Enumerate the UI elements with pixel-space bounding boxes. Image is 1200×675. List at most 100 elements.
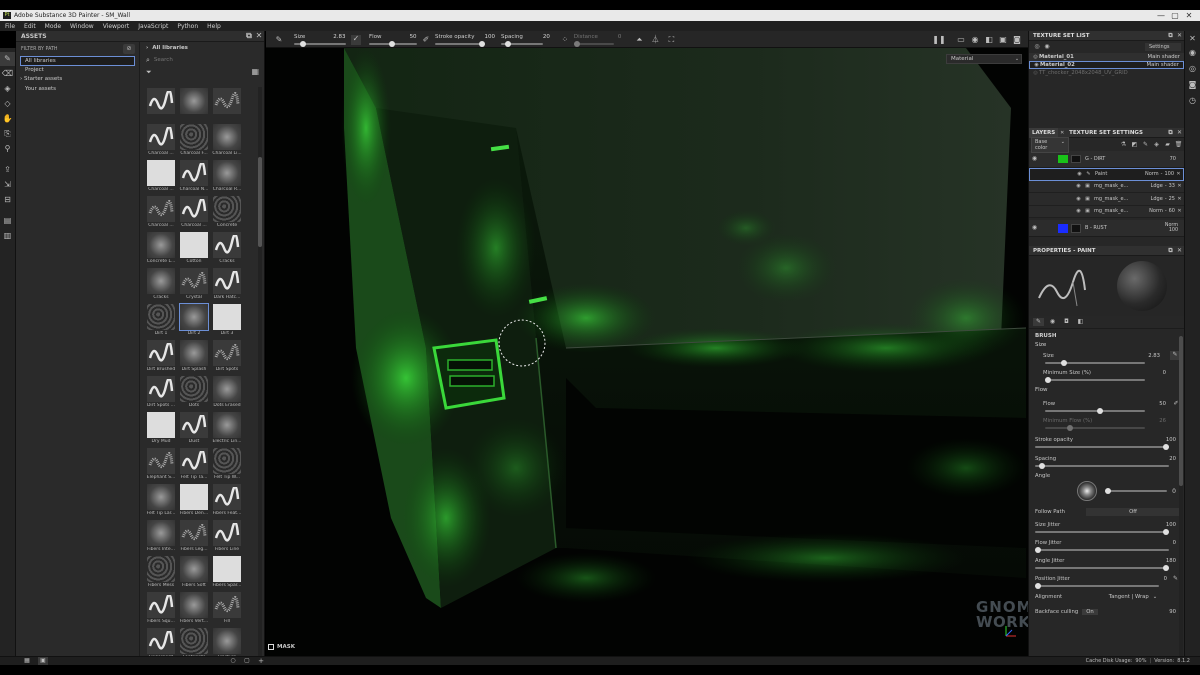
toolbar-flow-slider[interactable] — [369, 41, 417, 47]
brush-thumbnail[interactable]: Felt Tip Ta... — [179, 447, 209, 483]
remove-icon[interactable]: ✕ — [1174, 170, 1183, 178]
remove-icon[interactable]: ✕ — [1175, 207, 1184, 215]
pen-pressure-icon[interactable]: ✐ — [421, 35, 431, 44]
pause-icon[interactable]: ❚❚ — [932, 35, 946, 44]
brush-thumbnail[interactable]: Dots — [179, 375, 209, 411]
size-jitter-slider-knob[interactable] — [1163, 529, 1169, 535]
brush-thumbnail[interactable]: Fibers Den... — [179, 483, 209, 519]
sublayer-row[interactable]: ◉ ✎ Paint Norm -100 ✕ — [1029, 168, 1184, 181]
visibility-eye-icon[interactable]: ◉ — [1075, 170, 1084, 178]
stencil-tab-icon[interactable]: ◧ — [1075, 318, 1086, 326]
float-panel-icon[interactable]: ⧉ — [1166, 247, 1175, 255]
visibility-eye-icon[interactable]: ◉ — [1074, 195, 1083, 203]
menu-javascript[interactable]: JavaScript — [138, 23, 168, 30]
menu-python[interactable]: Python — [177, 23, 198, 30]
brush-thumbnail[interactable]: Dust — [179, 411, 209, 447]
eye-icon[interactable]: ◉ — [1042, 43, 1052, 51]
brush-thumbnail[interactable]: Fibers Feat... — [212, 483, 242, 519]
brush-thumbnail[interactable]: Dirt Brushed — [146, 339, 176, 375]
flow-slider[interactable] — [1045, 408, 1145, 414]
menu-file[interactable]: File — [5, 23, 15, 30]
follow-path-toggle[interactable]: Off — [1086, 507, 1180, 516]
close-panel-icon[interactable]: ✕ — [1175, 129, 1184, 137]
visibility-eye-icon[interactable]: ◉ — [1029, 224, 1040, 232]
brush-thumbnail[interactable]: Cracks — [146, 267, 176, 303]
sublayer-value[interactable]: 100 — [1164, 171, 1174, 177]
mask-checkbox[interactable] — [268, 644, 274, 650]
smudge-icon[interactable]: ✋ — [0, 111, 15, 126]
toolbar-flow-value[interactable]: 50 — [410, 34, 417, 40]
layer-opacity[interactable]: 100 — [1169, 228, 1178, 233]
visibility-icon[interactable]: ◎ — [1032, 43, 1042, 51]
properties-scrollbar[interactable] — [1179, 336, 1183, 656]
sublayer-row[interactable]: ◉ ▣ mg_mask_e... Ldge -33 ✕ — [1029, 180, 1184, 193]
mask-indicator[interactable]: MASK — [268, 642, 295, 652]
brush-thumbnail[interactable]: Fibers Vert... — [179, 591, 209, 627]
toolbar-stroke-slider[interactable] — [435, 41, 485, 47]
menu-window[interactable]: Window — [70, 23, 94, 30]
brush-thumbnail[interactable]: Fibers Spar... — [212, 555, 242, 591]
scrollbar-thumb[interactable] — [258, 157, 262, 247]
display-settings-icon[interactable]: ▥ — [0, 228, 15, 243]
min-size-slider[interactable] — [1045, 377, 1145, 383]
size-jitter-value[interactable]: 100 — [1166, 522, 1176, 528]
camera-icon[interactable]: ◧ — [982, 35, 996, 44]
brush-thumbnail[interactable]: Cotton — [179, 231, 209, 267]
float-panel-icon[interactable]: ⧉ — [1166, 129, 1175, 137]
min-flow-slider-knob[interactable] — [1067, 425, 1073, 431]
menu-help[interactable]: Help — [207, 23, 221, 30]
visibility-eye-icon[interactable]: ◉ — [1074, 182, 1083, 190]
angle-jitter-slider-knob[interactable] — [1163, 565, 1169, 571]
flow-jitter-slider[interactable] — [1035, 547, 1169, 553]
close-panel-icon[interactable]: ✕ — [254, 32, 264, 40]
flow-jitter-slider-knob[interactable] — [1035, 547, 1041, 553]
brush-thumbnail[interactable]: Fibers Mess — [146, 555, 176, 591]
brush-thumbnail[interactable] — [212, 87, 242, 123]
close-panel-icon[interactable]: ✕ — [1175, 32, 1184, 40]
position-jitter-value[interactable]: 0 — [1164, 576, 1167, 582]
remove-icon[interactable]: ✕ — [1175, 195, 1184, 203]
paint-brush-icon[interactable]: ✎ — [0, 52, 15, 66]
brush-thumbnail[interactable]: Crystal — [179, 267, 209, 303]
new-window-icon[interactable]: ▢ — [242, 657, 252, 665]
brush-thumbnail[interactable]: Fibers Inte... — [146, 519, 176, 555]
angle-value[interactable]: 0 — [1172, 488, 1176, 495]
render-mode-select[interactable]: Material ⌄ — [946, 54, 1022, 64]
float-panel-icon[interactable]: ⧉ — [244, 32, 254, 40]
add-mask-icon[interactable]: ◩ — [1129, 141, 1140, 149]
brush-thumbnail[interactable]: Fibers Soft — [179, 555, 209, 591]
menu-viewport[interactable]: Viewport — [103, 23, 130, 30]
brush-thumbnail[interactable]: Charcoal N... — [179, 159, 209, 195]
toolbar-stroke-value[interactable]: 100 — [484, 34, 495, 40]
geometry-fill-icon[interactable]: ◇ — [0, 96, 15, 111]
layer-opacity[interactable]: 70 — [1170, 156, 1176, 162]
angle-jitter-value[interactable]: 180 — [1166, 558, 1176, 564]
brush-thumbnail[interactable]: Dry Mud — [146, 411, 176, 447]
backface-angle-value[interactable]: 90 — [1169, 609, 1176, 615]
brush-thumbnail[interactable]: Charcoal ... — [146, 159, 176, 195]
brush-thumbnail[interactable]: Dirt Spots ... — [146, 375, 176, 411]
material-picker-icon[interactable]: ⚲ — [0, 141, 15, 156]
brush-thumbnail[interactable]: Cracks — [212, 231, 242, 267]
eraser-icon[interactable]: ⌫ — [0, 66, 15, 81]
add-paint-layer-icon[interactable]: ✎ — [1140, 141, 1151, 149]
material-tab-icon[interactable]: ◉ — [1047, 318, 1058, 326]
add-fill-layer-icon[interactable]: ◈ — [1151, 141, 1162, 149]
sublayer-blend[interactable]: Norm — [1149, 208, 1163, 214]
brush-thumbnail[interactable]: Felt Tip Lar... — [146, 483, 176, 519]
channel-select[interactable]: Base color ⌄ — [1031, 136, 1069, 153]
brush-thumbnail[interactable]: Fibers Squ... — [146, 591, 176, 627]
distance-slider-knob[interactable] — [573, 41, 580, 47]
min-size-value[interactable]: 0 — [1163, 370, 1166, 376]
brush-thumbnail[interactable]: Fibers Leg... — [179, 519, 209, 555]
tree-your-assets[interactable]: Your assets — [16, 85, 139, 95]
brush-tab-icon[interactable]: ✎ — [1033, 318, 1044, 326]
history-icon[interactable]: ◷ — [1185, 93, 1200, 109]
export-icon[interactable]: ⇲ — [0, 177, 15, 192]
search-input[interactable] — [153, 57, 254, 63]
settings-button[interactable]: Settings — [1145, 43, 1181, 51]
brush-thumbnail[interactable]: Dirt Spots — [212, 339, 242, 375]
environment-icon[interactable]: ◉ — [968, 35, 982, 44]
screenshot-icon[interactable]: ◙ — [1010, 35, 1024, 44]
measure-icon[interactable]: ⊟ — [0, 192, 15, 207]
